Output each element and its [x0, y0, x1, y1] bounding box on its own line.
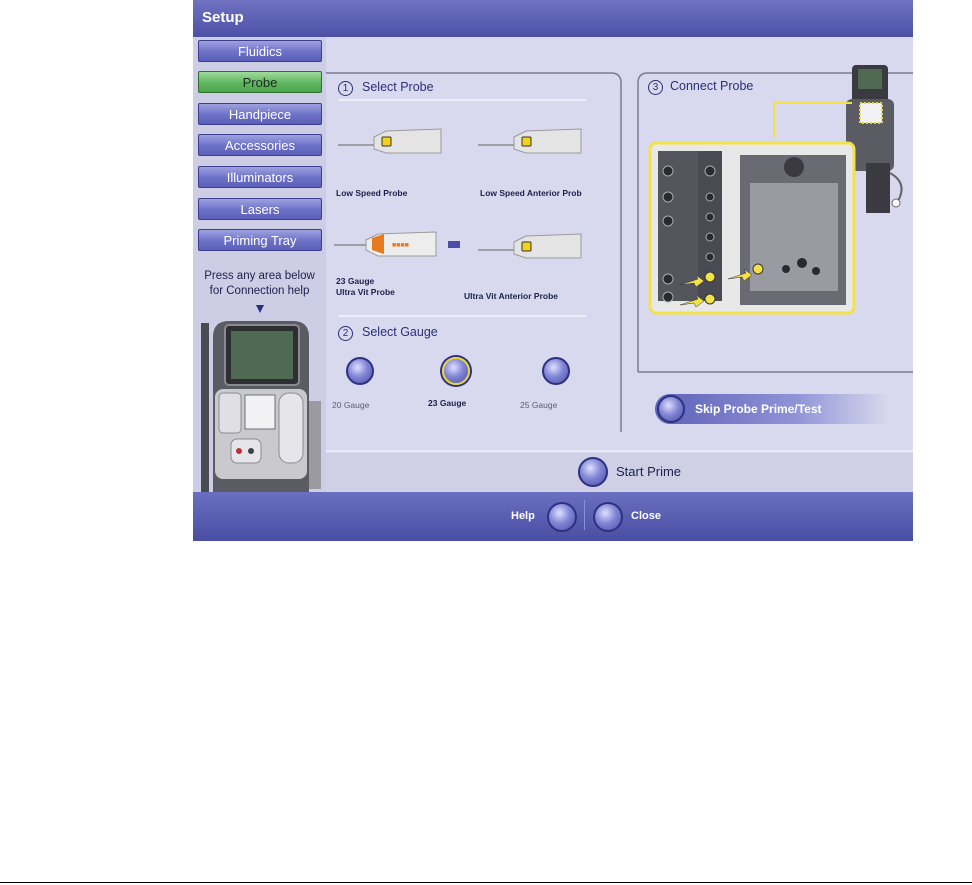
title-bar: Setup [193, 0, 913, 37]
probe-label: Low Speed Anterior Prob [480, 188, 582, 198]
probe-label-line-2: Ultra Vit Probe [336, 287, 395, 297]
gauge-knob-icon [542, 357, 570, 385]
left-nav-panel: Fluidics Probe Handpiece Accessories Ill… [193, 37, 326, 493]
probe-label: Low Speed Probe [336, 188, 408, 198]
nav-fluidics-button[interactable]: Fluidics [198, 40, 322, 62]
start-prime-button[interactable]: Start Prime [578, 455, 718, 489]
nav-priming-tray-button[interactable]: Priming Tray [198, 229, 322, 251]
connect-probe-diagram[interactable] [646, 63, 913, 323]
probe-image-icon: ■■■■ [334, 231, 460, 257]
setup-window: Setup Fluidics Probe Handpiece Accessori… [193, 0, 913, 541]
page-bottom-rule [0, 882, 972, 883]
gauge-knob-selected-icon [442, 357, 470, 385]
gauge-label: 23 Gauge [428, 398, 467, 408]
probe-option-ultra-vit-anterior[interactable]: Ultra Vit Anterior Probe [464, 222, 604, 302]
probe-image-icon [478, 128, 582, 154]
gauge-label: 25 Gauge [520, 400, 558, 410]
probe-label: Ultra Vit Anterior Probe [464, 291, 558, 301]
gauge-25-option[interactable]: 25 Gauge [520, 357, 580, 413]
nav-handpiece-button[interactable]: Handpiece [198, 103, 322, 125]
nav-illuminators-button[interactable]: Illuminators [198, 166, 322, 188]
select-gauge-title: Select Gauge [362, 325, 438, 339]
probe-option-low-speed[interactable]: Low Speed Probe [336, 117, 446, 198]
bottom-divider [584, 500, 585, 530]
help-button[interactable]: Help [511, 500, 583, 532]
probe-image-icon [338, 128, 442, 154]
gauge-knob-icon [346, 357, 374, 385]
skip-probe-prime-test-button[interactable]: Skip Probe Prime/Test [655, 394, 889, 424]
close-return-icon [593, 502, 623, 532]
step-2-circle: 2 [338, 326, 353, 341]
start-prime-label: Start Prime [616, 464, 682, 479]
probe-option-low-speed-anterior[interactable]: Low Speed Anterior Prob [476, 117, 606, 198]
probe-option-23-gauge-ultra-vit[interactable]: ■■■■ 23 Gauge Ultra Vit Probe [332, 222, 472, 302]
help-line-1: Press any area below [204, 270, 315, 282]
pointer-arrow-icon [256, 305, 264, 313]
bottom-bar: Help Close [193, 492, 913, 541]
nav-lasers-button[interactable]: Lasers [198, 198, 322, 220]
gauge-23-option[interactable]: 23 Gauge [426, 357, 486, 413]
help-knob-icon [547, 502, 577, 532]
nav-accessories-button[interactable]: Accessories [198, 134, 322, 156]
connection-help-text: Press any area below for Connection help [193, 269, 326, 299]
gauge-20-option[interactable]: 20 Gauge [332, 357, 392, 413]
probe-label-line-1: 23 Gauge [336, 276, 375, 286]
gauge-label: 20 Gauge [332, 400, 370, 410]
close-button[interactable]: Close [593, 500, 673, 532]
main-content: 1 Select Probe Low Speed Probe Low Speed… [326, 37, 913, 487]
select-probe-title: Select Probe [362, 80, 434, 94]
skip-knob-icon [657, 395, 685, 423]
step-1-circle: 1 [338, 81, 353, 96]
start-prime-knob-icon [578, 457, 608, 487]
skip-label: Skip Probe Prime/Test [695, 402, 822, 416]
window-title: Setup [202, 9, 244, 26]
probe-image-icon [478, 233, 582, 259]
nav-probe-button[interactable]: Probe [198, 71, 322, 93]
console-illustration[interactable] [197, 313, 325, 493]
close-label: Close [631, 510, 661, 522]
help-label: Help [511, 510, 535, 522]
help-line-2: for Connection help [209, 285, 310, 297]
svg-text:■■■■: ■■■■ [392, 242, 409, 249]
